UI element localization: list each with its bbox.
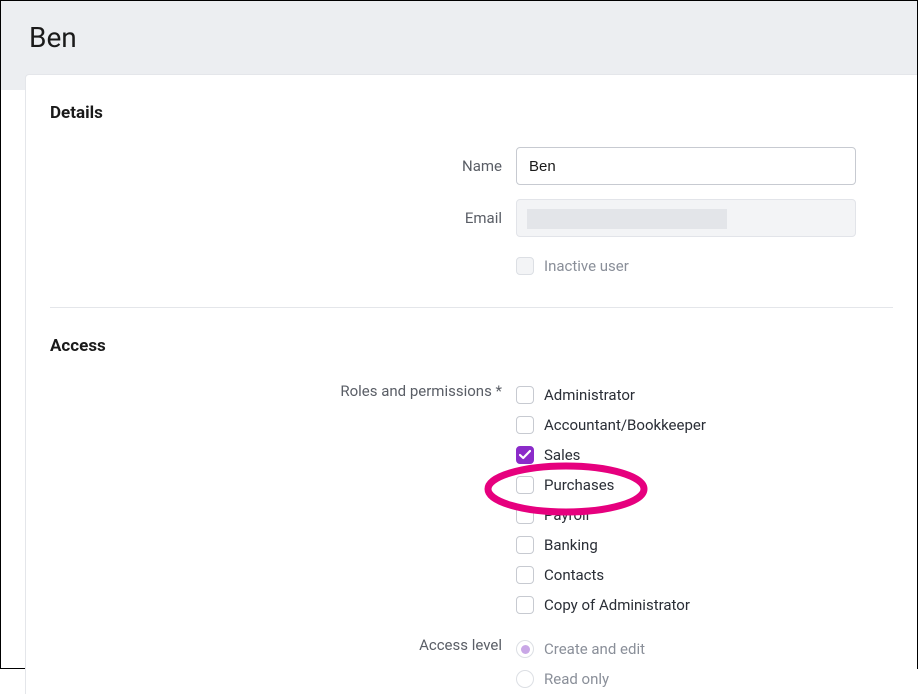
inactive-row: Inactive user <box>26 251 917 281</box>
role-accountant[interactable]: Accountant/Bookkeeper <box>516 410 706 440</box>
page-title: Ben <box>29 21 889 54</box>
email-row: Email <box>26 199 917 237</box>
inactive-user-checkbox <box>516 257 534 275</box>
access-section-title: Access <box>26 336 917 380</box>
name-input[interactable] <box>516 147 856 185</box>
role-purchases-checkbox[interactable] <box>516 476 534 494</box>
role-label: Payroll <box>544 506 589 524</box>
section-divider <box>50 307 893 308</box>
role-label: Administrator <box>544 386 635 404</box>
roles-row: Roles and permissions * Administrator Ac… <box>26 380 917 620</box>
role-banking-checkbox[interactable] <box>516 536 534 554</box>
level-create-edit-radio[interactable] <box>516 640 534 658</box>
role-label: Copy of Administrator <box>544 596 690 614</box>
level-label: Read only <box>544 670 609 688</box>
role-copy-admin-checkbox[interactable] <box>516 596 534 614</box>
access-level-options: Create and edit Read only <box>516 634 645 694</box>
role-label: Contacts <box>544 566 604 584</box>
level-read-only-radio[interactable] <box>516 670 534 688</box>
email-label: Email <box>26 209 516 227</box>
inactive-user-label: Inactive user <box>544 257 629 275</box>
role-payroll-checkbox[interactable] <box>516 506 534 524</box>
roles-label: Roles and permissions * <box>26 380 516 400</box>
role-contacts-checkbox[interactable] <box>516 566 534 584</box>
role-copy-admin[interactable]: Copy of Administrator <box>516 590 706 620</box>
inactive-user-option: Inactive user <box>516 251 629 281</box>
role-sales[interactable]: Sales <box>516 440 706 470</box>
level-label: Create and edit <box>544 640 645 658</box>
role-label: Accountant/Bookkeeper <box>544 416 706 434</box>
role-banking[interactable]: Banking <box>516 530 706 560</box>
role-sales-checkbox[interactable] <box>516 446 534 464</box>
level-create-edit[interactable]: Create and edit <box>516 634 645 664</box>
role-administrator[interactable]: Administrator <box>516 380 706 410</box>
role-contacts[interactable]: Contacts <box>516 560 706 590</box>
details-section-title: Details <box>26 103 917 147</box>
form-card: Details Name Email Inactive user Access … <box>25 74 917 694</box>
role-purchases[interactable]: Purchases <box>516 470 706 500</box>
role-payroll[interactable]: Payroll <box>516 500 706 530</box>
roles-options: Administrator Accountant/Bookkeeper Sale… <box>516 380 706 620</box>
access-level-row: Access level Create and edit Read only <box>26 634 917 694</box>
role-label: Purchases <box>544 476 614 494</box>
email-input-disabled <box>516 199 856 237</box>
access-level-label: Access level <box>26 634 516 654</box>
name-row: Name <box>26 147 917 185</box>
name-label: Name <box>26 157 516 175</box>
role-label: Sales <box>544 446 580 464</box>
email-redacted <box>527 209 727 229</box>
role-administrator-checkbox[interactable] <box>516 386 534 404</box>
role-accountant-checkbox[interactable] <box>516 416 534 434</box>
role-label: Banking <box>544 536 598 554</box>
